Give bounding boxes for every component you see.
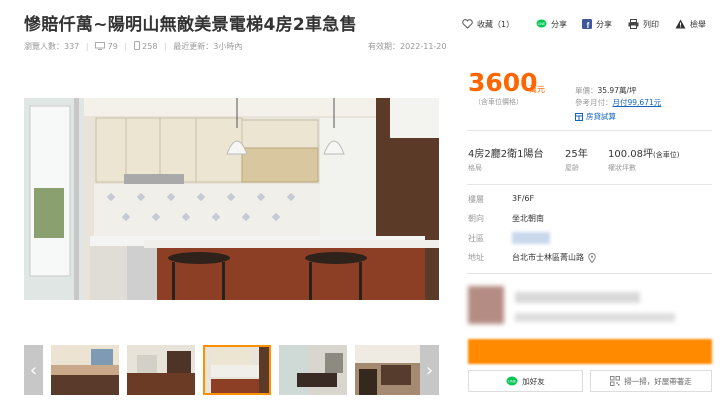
qr-code-button[interactable]: 掃一掃，好屋帶著走 (590, 370, 712, 392)
favorite-button[interactable]: 收藏（1） (462, 16, 514, 32)
agent-info-blurred (515, 313, 675, 322)
area-label: 權狀坪數 (608, 164, 636, 172)
prev-photo-button[interactable]: ‹ (24, 345, 43, 395)
address-row: 台北市士林區菁山路 (512, 252, 596, 263)
listing-title: 慘賠仟萬~陽明山無敵美景電梯4房2車急售 (24, 15, 357, 35)
svg-text:LINE: LINE (538, 22, 546, 26)
unit-price: 單價：35.97萬/坪 (575, 85, 637, 96)
printer-icon (628, 19, 639, 29)
facebook-share-label: 分享 (596, 19, 612, 29)
qr-code-icon (610, 376, 621, 386)
area-value: 100.08坪(含車位) (608, 145, 679, 160)
mobile-view-count: 258 (142, 42, 158, 51)
report-label: 檢舉 (690, 19, 706, 29)
chevron-right-icon: › (425, 359, 434, 381)
thumbnail-strip: ‹ › (24, 345, 439, 395)
thumbnail[interactable] (127, 345, 195, 395)
line-add-friend-label: 加好友 (522, 376, 545, 386)
qr-code-label: 掃一掃，好屋帶著走 (624, 376, 692, 386)
age-label: 屋齡 (565, 164, 579, 172)
expiry-date: 有效期：2022-11-20 (368, 42, 447, 51)
next-photo-button[interactable]: › (420, 345, 439, 395)
phone-number-bar[interactable] (468, 339, 712, 364)
monthly-payment-link[interactable]: 月付99,671元 (613, 98, 662, 107)
svg-text:LINE: LINE (508, 380, 517, 384)
listing-meta: 瀏覽人數：337 | 79 | 258 | 最近更新：3小時內 (24, 41, 243, 51)
age-value: 25年 (565, 149, 588, 160)
divider (467, 130, 712, 131)
warning-icon (675, 19, 686, 29)
facebook-share-button[interactable]: f 分享 (582, 16, 612, 32)
thumbnail[interactable] (279, 345, 347, 395)
heart-icon (462, 19, 473, 29)
monthly-payment: 參考月付：月付99,671元 (575, 97, 661, 108)
line-share-label: 分享 (551, 19, 567, 29)
kitchen-photo (24, 98, 439, 300)
line-icon: LINE (506, 376, 518, 386)
favorite-label: 收藏（1） (477, 19, 515, 29)
agent-avatar (468, 286, 504, 324)
thumbnail[interactable] (355, 345, 423, 395)
line-add-friend-button[interactable]: LINE 加好友 (468, 370, 583, 392)
calculator-icon (575, 112, 583, 121)
agent-name-blurred (515, 292, 640, 303)
mortgage-calculator-link[interactable]: 房貸試算 (575, 111, 616, 122)
price-note: （含車位價格） (474, 98, 523, 106)
address-value: 台北市士林區菁山路 (512, 253, 584, 262)
map-pin-icon[interactable] (588, 252, 596, 263)
facing-label: 朝向 (468, 214, 484, 223)
report-button[interactable]: 檢舉 (675, 16, 706, 32)
unit-price-label: 單價： (575, 86, 598, 95)
thumbnail-active[interactable] (203, 345, 271, 395)
print-label: 列印 (643, 19, 659, 29)
calculator-label: 房貸試算 (586, 112, 616, 121)
phone-icon (133, 41, 140, 50)
floor-value: 3F/6F (512, 194, 535, 203)
layout-value: 4房2廳2衛1陽台 (468, 149, 544, 160)
layout-label: 格局 (468, 164, 482, 172)
action-bar: 收藏（1） LINE 分享 f 分享 列印 檢舉 (462, 16, 712, 32)
svg-text:f: f (587, 21, 590, 29)
comment-count: 79 (107, 42, 118, 51)
view-count: 瀏覽人數：337 (24, 42, 80, 51)
divider (467, 184, 712, 185)
divider (467, 273, 712, 274)
floor-label: 樓層 (468, 195, 484, 204)
monitor-icon (95, 42, 106, 50)
facebook-icon: f (582, 19, 592, 29)
line-share-button[interactable]: LINE 分享 (536, 16, 567, 32)
print-button[interactable]: 列印 (628, 16, 659, 32)
price-unit: 萬元 (529, 85, 545, 94)
unit-price-value: 35.97萬/坪 (597, 86, 637, 95)
facing-value: 坐北朝南 (512, 214, 544, 223)
main-photo[interactable] (24, 98, 439, 300)
monthly-payment-label: 參考月付： (575, 98, 613, 107)
thumbnail[interactable] (51, 345, 119, 395)
chevron-left-icon: ‹ (29, 359, 38, 381)
area-number: 100.08坪 (608, 149, 653, 160)
line-icon: LINE (536, 19, 547, 28)
community-label: 社區 (468, 234, 484, 243)
address-label: 地址 (468, 253, 484, 262)
area-suffix: (含車位) (653, 151, 680, 159)
community-value-blurred[interactable] (512, 232, 550, 244)
updated-time: 最近更新：3小時內 (173, 42, 243, 51)
price-amount: 3600 (468, 68, 538, 97)
